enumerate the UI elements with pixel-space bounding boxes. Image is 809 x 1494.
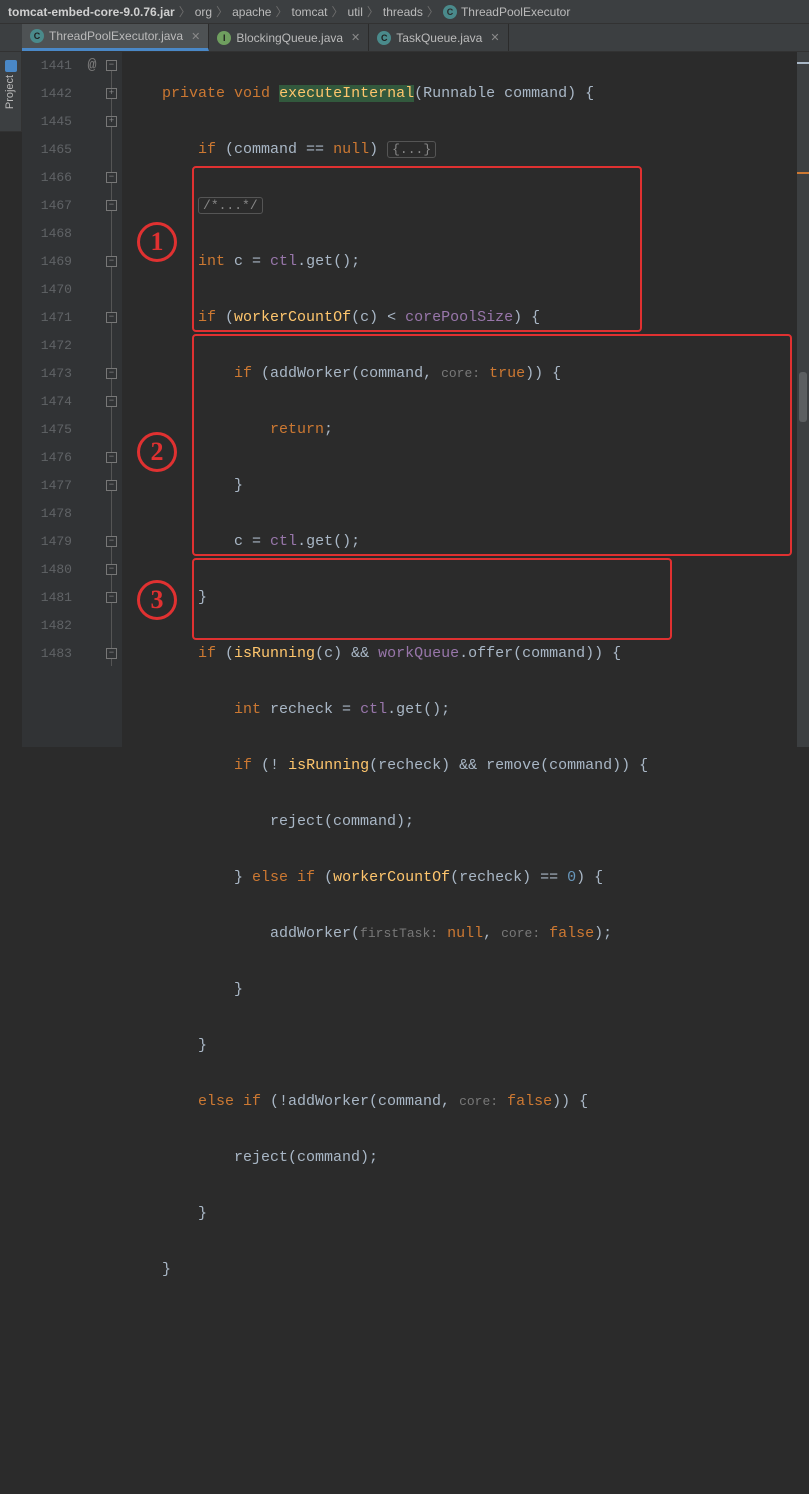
fold-toggle-icon[interactable]: + [106,116,117,127]
breadcrumb-pkg[interactable]: threads [383,5,423,19]
class-icon: C [377,31,391,45]
code-content[interactable]: private void executeInternal(Runnable co… [122,52,809,747]
breadcrumb-pkg[interactable]: apache [232,5,271,19]
project-tool-window-tab[interactable]: Project [0,52,22,132]
fold-toggle-icon[interactable]: − [106,536,117,547]
fold-toggle-icon[interactable]: + [106,88,117,99]
fold-gutter: − + + − − − − − − − − − − − − [102,52,122,747]
breadcrumb-pkg[interactable]: util [348,5,363,19]
fold-toggle-icon[interactable]: − [106,312,117,323]
breadcrumb-class[interactable]: CThreadPoolExecutor [443,5,570,19]
fold-toggle-icon[interactable]: − [106,396,117,407]
class-icon: C [30,29,44,43]
breadcrumb-pkg[interactable]: tomcat [292,5,328,19]
editor-scrollbar[interactable] [797,52,809,747]
close-icon[interactable]: ✕ [351,31,360,44]
fold-toggle-icon[interactable]: − [106,480,117,491]
tab-threadpoolexecutor[interactable]: C ThreadPoolExecutor.java ✕ [22,24,209,51]
tab-label: BlockingQueue.java [236,31,343,45]
chevron-icon: 〉 [427,3,439,20]
sidebar-label: Project [5,74,17,108]
class-icon: C [443,5,457,19]
breadcrumb: tomcat-embed-core-9.0.76.jar 〉 org 〉 apa… [0,0,809,24]
fold-toggle-icon[interactable]: − [106,564,117,575]
editor-tabs: C ThreadPoolExecutor.java ✕ I BlockingQu… [0,24,809,52]
breadcrumb-jar[interactable]: tomcat-embed-core-9.0.76.jar [8,5,175,19]
line-number-gutter: 1441144214451465 1466146714681469 147014… [22,52,82,747]
tab-taskqueue[interactable]: C TaskQueue.java ✕ [369,24,508,51]
folded-block[interactable]: {...} [387,141,436,158]
fold-toggle-icon[interactable]: − [106,60,117,71]
close-icon[interactable]: ✕ [191,30,200,43]
chevron-icon: 〉 [367,3,379,20]
fold-toggle-icon[interactable]: − [106,256,117,267]
chevron-icon: 〉 [179,3,191,20]
project-icon [5,60,17,72]
fold-toggle-icon[interactable]: − [106,200,117,211]
tab-blockingqueue[interactable]: I BlockingQueue.java ✕ [209,24,369,51]
annotation-gutter: @ [82,52,102,747]
fold-toggle-icon[interactable]: − [106,452,117,463]
chevron-icon: 〉 [332,3,344,20]
breadcrumb-pkg[interactable]: org [195,5,212,19]
chevron-icon: 〉 [275,3,287,20]
tab-label: TaskQueue.java [396,31,482,45]
scrollbar-thumb[interactable] [799,372,807,422]
folded-comment[interactable]: /*...*/ [198,197,263,214]
fold-toggle-icon[interactable]: − [106,592,117,603]
fold-toggle-icon[interactable]: − [106,648,117,659]
code-editor[interactable]: 1441144214451465 1466146714681469 147014… [22,52,809,747]
fold-toggle-icon[interactable]: − [106,172,117,183]
interface-icon: I [217,31,231,45]
fold-toggle-icon[interactable]: − [106,368,117,379]
tab-label: ThreadPoolExecutor.java [49,29,183,43]
close-icon[interactable]: ✕ [490,31,499,44]
chevron-icon: 〉 [216,3,228,20]
